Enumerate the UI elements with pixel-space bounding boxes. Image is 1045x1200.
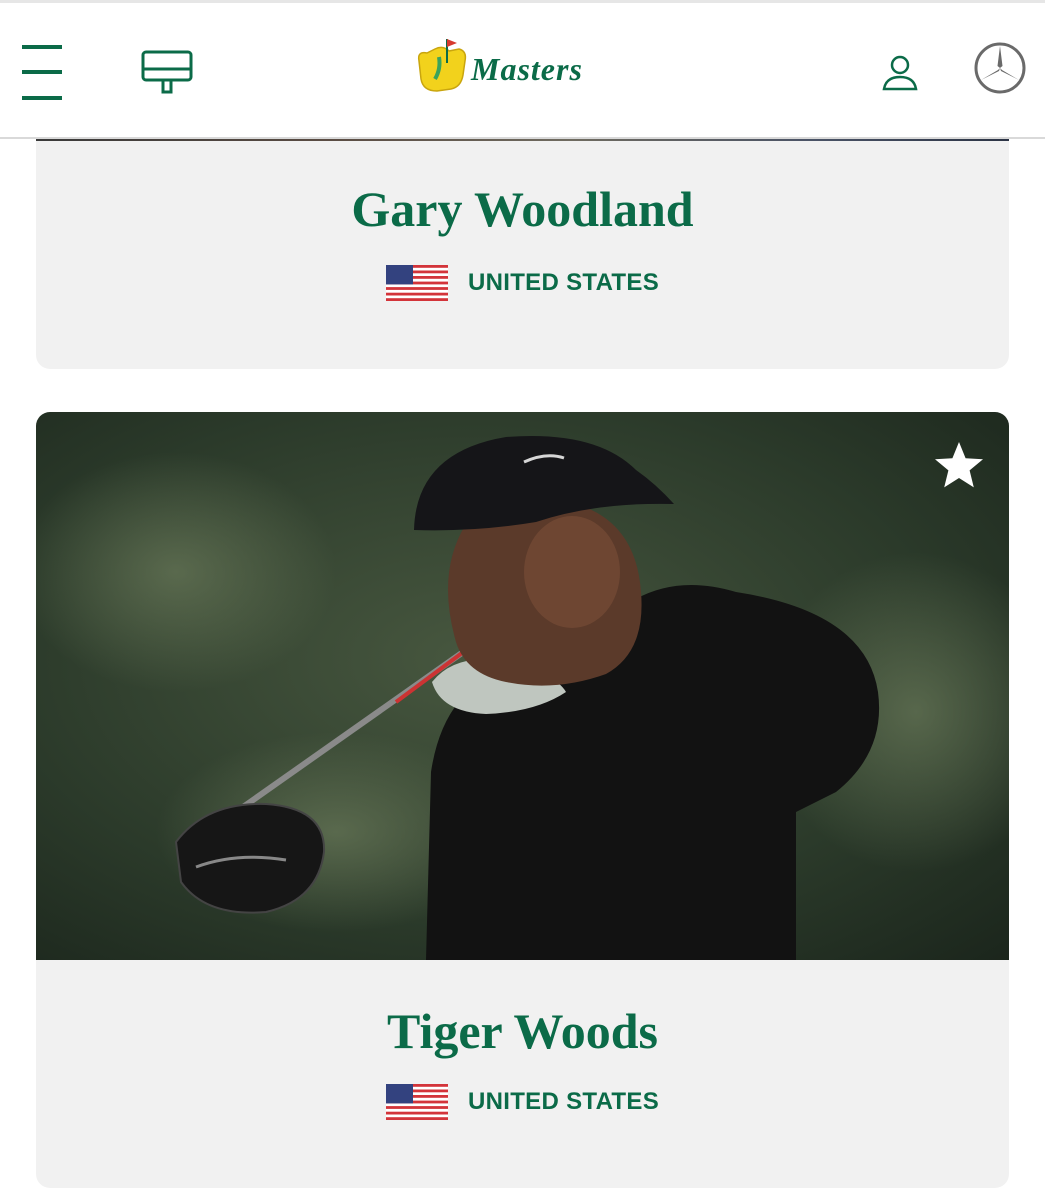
player-card[interactable]: Tiger Woods UNITED STATES	[36, 412, 1009, 1188]
player-name[interactable]: Tiger Woods	[36, 1002, 1009, 1060]
site-header: Masters	[0, 3, 1045, 139]
player-name[interactable]: Gary Woodland	[36, 180, 1009, 238]
player-country: UNITED STATES	[36, 264, 1009, 302]
leaderboard-icon[interactable]	[140, 47, 194, 97]
us-flag-icon	[385, 265, 448, 301]
favorite-star-icon[interactable]	[931, 438, 987, 494]
user-account-icon[interactable]	[880, 53, 920, 93]
player-country: UNITED STATES	[36, 1083, 1009, 1121]
augusta-map-logo-icon	[417, 39, 467, 92]
hamburger-menu-icon[interactable]	[22, 45, 62, 103]
mercedes-star-icon[interactable]	[973, 41, 1027, 95]
us-flag-icon	[385, 1084, 448, 1120]
country-label: UNITED STATES	[467, 269, 659, 296]
masters-wordmark: Masters	[471, 51, 583, 87]
masters-logo[interactable]: Masters	[413, 35, 633, 97]
player-photo	[36, 412, 1009, 960]
country-label: UNITED STATES	[467, 1088, 659, 1115]
